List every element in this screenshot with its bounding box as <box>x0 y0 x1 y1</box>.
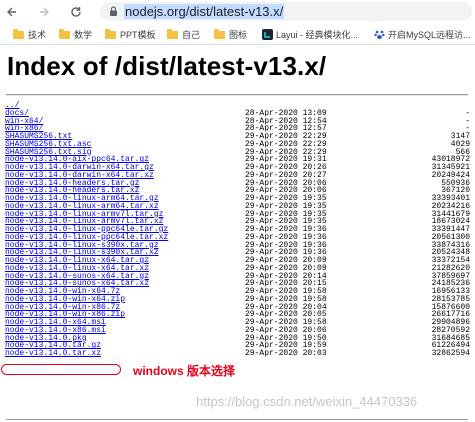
bookmark-folder-ppt[interactable]: PPT模板 <box>105 28 156 41</box>
annotation-label: windows 版本选择 <box>133 364 236 378</box>
bookmark-label: 自己 <box>182 30 201 40</box>
file-size: 32862594 <box>431 349 470 358</box>
table-row: win-x86/28-Apr-2020 12:57- <box>5 125 470 133</box>
paw-icon <box>373 29 385 41</box>
bookmark-label: PPT模板 <box>120 30 156 40</box>
bookmark-folder-icons[interactable]: 图标 <box>214 28 247 41</box>
bookmarks-bar: 技术 数学 PPT模板 自己 图标 Layui - 经典模块化... 开启MyS… <box>0 24 475 45</box>
bookmark-label: 图标 <box>229 30 248 40</box>
bookmark-label: Layui - 经典模块化... <box>276 30 359 40</box>
highlight-circle <box>1 364 121 375</box>
table-row: ../ <box>5 102 470 110</box>
reload-icon <box>71 7 81 17</box>
table-row: win-x64/28-Apr-2020 12:54- <box>5 117 470 126</box>
folder-icon <box>13 28 24 39</box>
bookmark-label: 开启MySQL远程访... <box>388 30 471 40</box>
forward-button[interactable] <box>35 3 53 21</box>
file-date: 29-Apr-2020 20:03 <box>245 349 327 358</box>
table-row: docs/28-Apr-2020 13:09- <box>5 109 470 118</box>
bookmark-label: 技术 <box>28 30 47 40</box>
reload-button[interactable] <box>67 3 85 21</box>
lock-icon <box>109 6 118 17</box>
table-row: node-v13.14.0.tar.xz 29-Apr-2020 20:03 328… <box>5 350 470 358</box>
divider-top <box>6 94 468 96</box>
bookmark-layui[interactable]: Layui - 经典模块化... <box>261 28 358 41</box>
folder-icon <box>59 28 70 39</box>
layui-logo-icon <box>261 29 273 41</box>
bookmark-folder-tech[interactable]: 技术 <box>13 28 46 41</box>
file-listing: ../docs/28-Apr-2020 13:09- win-x64/28-Apr… <box>5 102 470 358</box>
bookmark-mysql[interactable]: 开启MySQL远程访... <box>373 28 471 41</box>
browser-toolbar: nodejs.org/dist/latest-v13.x/ <box>0 0 475 24</box>
folder-icon <box>105 28 116 39</box>
arrow-left-icon <box>7 7 16 17</box>
address-url[interactable]: nodejs.org/dist/latest-v13.x/ <box>124 4 285 19</box>
bookmark-folder-math[interactable]: 数学 <box>59 28 92 41</box>
bookmark-label: 数学 <box>74 30 93 40</box>
page-title: Index of /dist/latest-v13.x/ <box>7 51 327 81</box>
file-link[interactable]: node-v13.14.0.tar.xz <box>5 350 101 358</box>
arrow-right-icon <box>40 7 49 17</box>
folder-icon <box>214 28 225 39</box>
watermark: https://blog.csdn.net/weixin_44470336 <box>196 394 418 409</box>
bookmark-folder-self[interactable]: 自己 <box>167 28 200 41</box>
back-button[interactable] <box>3 3 21 21</box>
address-bar[interactable]: nodejs.org/dist/latest-v13.x/ <box>100 2 472 21</box>
folder-icon <box>167 28 178 39</box>
divider-bottom <box>6 419 468 420</box>
